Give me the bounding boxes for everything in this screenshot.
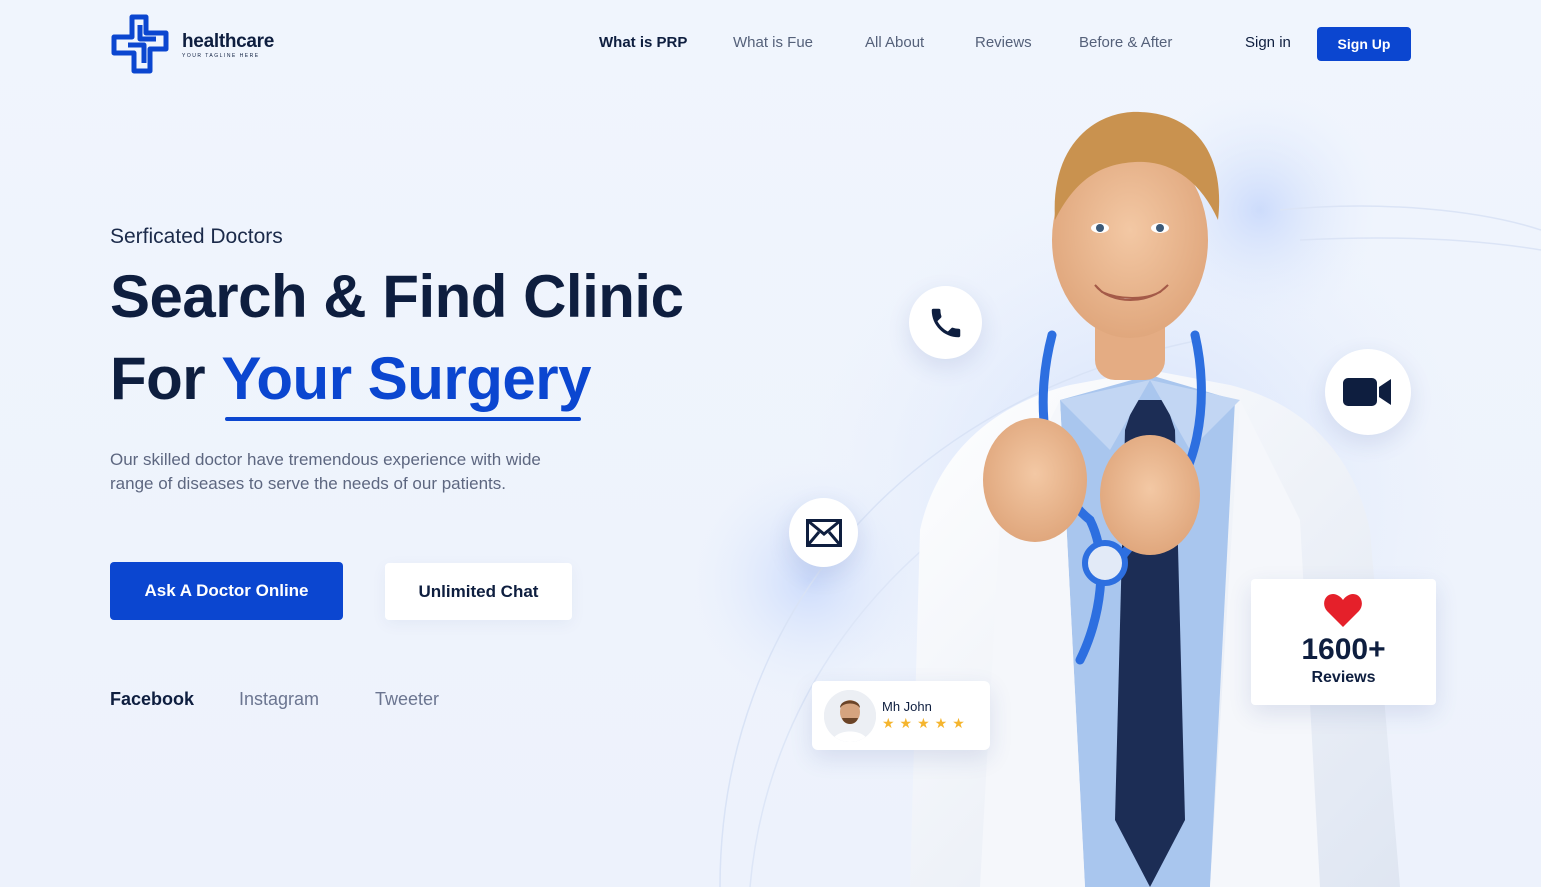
video-camera-icon <box>1343 378 1391 406</box>
brand-logo[interactable]: healthcare YOUR TAGLINE HERE <box>110 13 274 77</box>
reviews-stat-card: 1600+ Reviews <box>1251 579 1436 705</box>
stat-label: Reviews <box>1311 669 1376 686</box>
avatar <box>824 690 876 742</box>
video-call-button[interactable] <box>1325 349 1411 435</box>
sign-in-link[interactable]: Sign in <box>1245 34 1291 51</box>
nav-item-before-after[interactable]: Before & After <box>1079 34 1172 51</box>
reviewer-avatar-icon <box>824 690 876 742</box>
hero-headline-line2: For Your Surgery <box>110 344 591 421</box>
stat-number: 1600+ <box>1301 633 1386 666</box>
unlimited-chat-button[interactable]: Unlimited Chat <box>385 563 572 620</box>
medical-cross-logo-icon <box>111 14 169 74</box>
social-link-facebook[interactable]: Facebook <box>110 689 194 710</box>
headline-underline <box>225 417 581 421</box>
phone-button[interactable] <box>909 286 982 359</box>
doctor-illustration <box>690 100 1541 887</box>
heart-icon <box>1324 594 1362 627</box>
social-link-instagram[interactable]: Instagram <box>239 689 319 710</box>
rating-stars: ★★★★★ <box>882 715 970 731</box>
brand-tagline: YOUR TAGLINE HERE <box>182 52 260 59</box>
reviewer-name: Mh John <box>882 699 932 714</box>
hero-visual <box>680 100 1541 887</box>
nav-item-reviews[interactable]: Reviews <box>975 34 1032 51</box>
brand-name: healthcare <box>182 30 275 52</box>
hero-description: Our skilled doctor have tremendous exper… <box>110 450 541 493</box>
nav-item-what-is-fue[interactable]: What is Fue <box>733 34 813 51</box>
sign-up-button[interactable]: Sign Up <box>1317 27 1411 61</box>
hero-headline-accent-text: Your Surgery <box>221 345 591 412</box>
hero-headline-line1: Search & Find Clinic <box>110 263 684 330</box>
mail-icon <box>805 518 842 547</box>
hero-headline-prefix: For <box>110 345 206 412</box>
social-link-tweeter[interactable]: Tweeter <box>375 689 439 710</box>
hero-eyebrow: Serficated Doctors <box>110 225 283 248</box>
ask-doctor-online-button[interactable]: Ask A Doctor Online <box>110 562 343 620</box>
nav-item-all-about[interactable]: All About <box>865 34 924 51</box>
nav-item-what-is-prp[interactable]: What is PRP <box>599 34 687 51</box>
mail-button[interactable] <box>789 498 858 567</box>
hero-headline-accent: Your Surgery <box>221 344 591 421</box>
review-card: Mh John ★★★★★ <box>812 681 990 750</box>
phone-icon <box>931 308 960 337</box>
